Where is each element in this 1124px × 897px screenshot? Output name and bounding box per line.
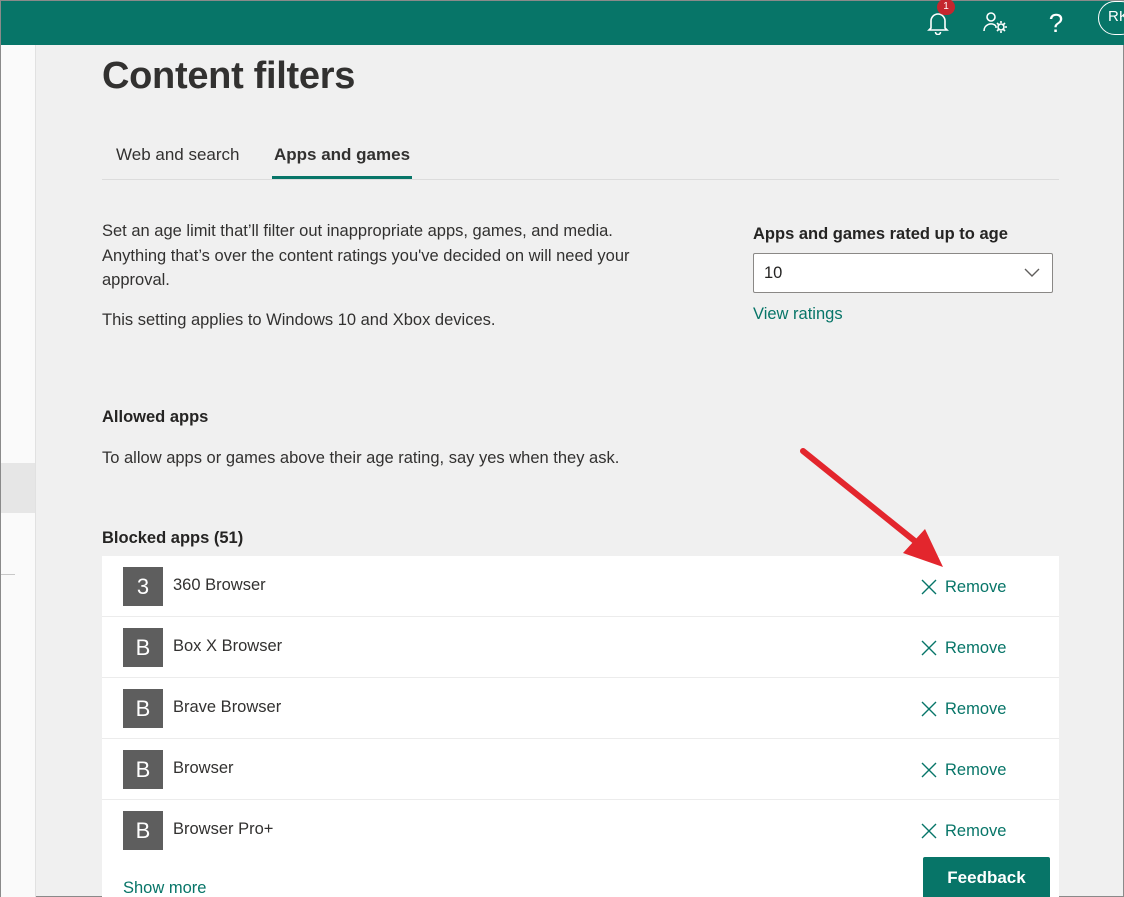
remove-label: Remove bbox=[945, 699, 1007, 718]
avatar[interactable]: RK bbox=[1098, 1, 1124, 35]
app-letter-icon: B bbox=[123, 811, 163, 850]
app-name: Brave Browser bbox=[173, 698, 282, 716]
age-limit-label: Apps and games rated up to age bbox=[753, 225, 1008, 243]
allowed-apps-description: To allow apps or games above their age r… bbox=[102, 449, 620, 467]
remove-button[interactable]: Remove bbox=[921, 696, 1006, 722]
remove-button[interactable]: Remove bbox=[921, 574, 1006, 600]
blocked-apps-heading: Blocked apps (51) bbox=[102, 529, 244, 547]
app-letter-icon: B bbox=[123, 689, 163, 728]
remove-label: Remove bbox=[945, 577, 1007, 596]
page-title: Content filters bbox=[102, 55, 356, 97]
app-name: Browser bbox=[173, 759, 234, 777]
remove-button[interactable]: Remove bbox=[921, 757, 1006, 783]
list-item: B Browser Pro+ Remove bbox=[102, 800, 1059, 861]
remove-label: Remove bbox=[945, 821, 1007, 840]
applies-note: This setting applies to Windows 10 and X… bbox=[102, 311, 496, 329]
app-name: 360 Browser bbox=[173, 576, 266, 594]
help-icon[interactable]: ? bbox=[1041, 1, 1071, 45]
age-limit-description: Set an age limit that’ll filter out inap… bbox=[102, 222, 630, 289]
feedback-button[interactable]: Feedback bbox=[923, 857, 1050, 897]
close-icon bbox=[921, 579, 937, 595]
view-ratings-link[interactable]: View ratings bbox=[753, 305, 843, 324]
chevron-down-icon bbox=[1024, 268, 1040, 277]
close-icon bbox=[921, 701, 937, 717]
remove-label: Remove bbox=[945, 760, 1007, 779]
left-nav bbox=[1, 45, 36, 897]
age-limit-dropdown[interactable]: 10 bbox=[753, 253, 1053, 293]
tab-bar: Web and search Apps and games bbox=[102, 137, 1059, 180]
tab-web-and-search[interactable]: Web and search bbox=[116, 145, 239, 179]
top-bar: 1 ? RK bbox=[1, 0, 1124, 45]
allowed-apps-heading: Allowed apps bbox=[102, 408, 209, 426]
list-item: 3 360 Browser Remove bbox=[102, 556, 1059, 617]
remove-label: Remove bbox=[945, 638, 1007, 657]
app-letter-icon: 3 bbox=[123, 567, 163, 606]
age-limit-value: 10 bbox=[764, 264, 783, 282]
close-icon bbox=[921, 640, 937, 656]
app-name: Browser Pro+ bbox=[173, 820, 274, 838]
blocked-apps-list: 3 360 Browser Remove B Box X Browser Rem… bbox=[102, 556, 1059, 897]
close-icon bbox=[921, 762, 937, 778]
app-letter-icon: B bbox=[123, 750, 163, 789]
app-name: Box X Browser bbox=[173, 637, 283, 655]
close-icon bbox=[921, 823, 937, 839]
notification-badge: 1 bbox=[937, 0, 955, 15]
left-nav-divider bbox=[1, 574, 15, 575]
list-item: B Browser Remove bbox=[102, 739, 1059, 800]
app-letter-icon: B bbox=[123, 628, 163, 667]
people-settings-icon[interactable] bbox=[981, 1, 1011, 45]
list-item: B Brave Browser Remove bbox=[102, 678, 1059, 739]
show-more-link[interactable]: Show more bbox=[123, 879, 206, 897]
remove-button[interactable]: Remove bbox=[921, 635, 1006, 661]
tab-apps-and-games[interactable]: Apps and games bbox=[272, 145, 413, 179]
list-item: B Box X Browser Remove bbox=[102, 617, 1059, 678]
remove-button[interactable]: Remove bbox=[921, 818, 1006, 844]
left-nav-selected-item[interactable] bbox=[1, 463, 35, 513]
